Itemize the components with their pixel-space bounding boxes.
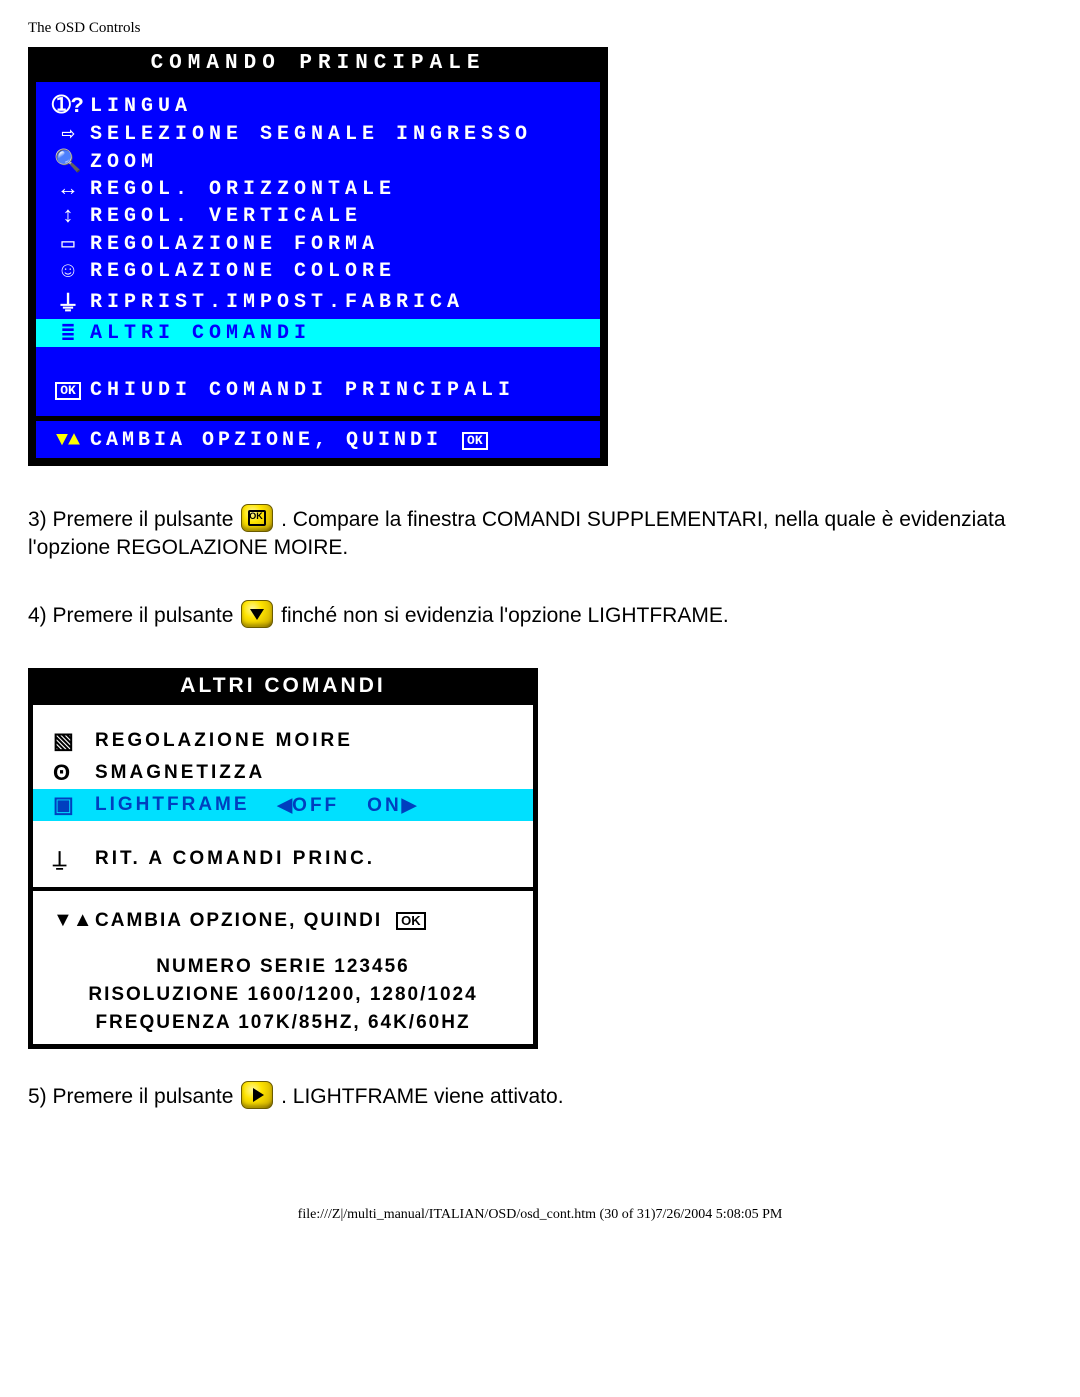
menu-item-close[interactable]: OK CHIUDI COMANDI PRINCIPALI xyxy=(36,377,600,404)
menu-label: REGOLAZIONE FORMA xyxy=(90,233,594,256)
menu-item-return[interactable]: ⍊ RIT. A COMANDI PRINC. xyxy=(33,843,533,875)
ok-icon: OK xyxy=(46,378,90,403)
updown-icon: ▼▲ xyxy=(53,909,95,932)
input-icon: ⇨ xyxy=(46,121,90,147)
menu-label: ZOOM xyxy=(90,151,594,174)
return-icon: ⍊ xyxy=(53,846,95,872)
down-button-icon xyxy=(241,600,273,628)
ok-icon: OK xyxy=(462,432,488,450)
osd-extra-title: ALTRI COMANDI xyxy=(33,668,533,705)
color-icon: ☺ xyxy=(46,259,90,284)
menu-item-factory-reset[interactable]: ⏚ RIPRIST.IMPOST.FABRICA xyxy=(36,285,600,319)
shape-icon: ▭ xyxy=(46,231,90,257)
reset-icon: ⏚ xyxy=(46,286,90,318)
footer-label: CAMBIA OPZIONE, QUINDI xyxy=(95,910,382,932)
menu-label: REGOLAZIONE COLORE xyxy=(90,260,594,283)
horizontal-icon: ↔ xyxy=(46,177,90,202)
menu-item-shape[interactable]: ▭ REGOLAZIONE FORMA xyxy=(36,230,600,258)
menu-item-input-select[interactable]: ⇨ SELEZIONE SEGNALE INGRESSO xyxy=(36,120,600,148)
menu-label: LINGUA xyxy=(90,95,594,118)
menu-item-extra-controls[interactable]: ≣ ALTRI COMANDI xyxy=(36,319,600,347)
language-icon: ➀? xyxy=(46,93,90,119)
updown-icon: ▼▲ xyxy=(46,429,90,452)
menu-label: SELEZIONE SEGNALE INGRESSO xyxy=(90,123,594,146)
osd-extra-footer: ▼▲ CAMBIA OPZIONE, QUINDI OK xyxy=(33,897,533,940)
menu-label: ALTRI COMANDI xyxy=(90,322,594,345)
page-header: The OSD Controls xyxy=(28,20,1052,37)
info-resolution: RISOLUZIONE 1600/1200, 1280/1024 xyxy=(33,980,533,1008)
info-serial: NUMERO SERIE 123456 xyxy=(33,940,533,980)
menu-item-zoom[interactable]: 🔍 ZOOM xyxy=(36,148,600,176)
menu-label: RIT. A COMANDI PRINC. xyxy=(95,848,375,870)
step5-text: 5) Premere il pulsante . LIGHTFRAME vien… xyxy=(28,1081,1052,1111)
list-icon: ≣ xyxy=(46,320,90,346)
right-button-icon xyxy=(241,1081,273,1109)
menu-label: SMAGNETIZZA xyxy=(95,762,265,784)
menu-label: REGOLAZIONE MOIRE xyxy=(95,730,353,752)
option-on[interactable]: ON▶ xyxy=(367,794,416,817)
osd-main-footer: ▼▲ CAMBIA OPZIONE, QUINDI OK xyxy=(36,425,600,458)
menu-item-horizontal[interactable]: ↔ REGOL. ORIZZONTALE xyxy=(36,176,600,203)
menu-item-color[interactable]: ☺ REGOLAZIONE COLORE xyxy=(36,258,600,285)
osd-main-menu: COMANDO PRINCIPALE ➀? LINGUA ⇨ SELEZIONE… xyxy=(28,47,608,466)
osd-main-title: COMANDO PRINCIPALE xyxy=(36,47,600,82)
ok-icon: OK xyxy=(396,912,426,930)
menu-label: REGOL. ORIZZONTALE xyxy=(90,178,594,201)
menu-label: RIPRIST.IMPOST.FABRICA xyxy=(90,291,594,314)
osd-extra-menu: ALTRI COMANDI ▧ REGOLAZIONE MOIRE ʘ SMAG… xyxy=(28,668,538,1049)
menu-label: LIGHTFRAME xyxy=(95,794,250,816)
zoom-icon: 🔍 xyxy=(46,149,90,175)
menu-item-vertical[interactable]: ↕ REGOL. VERTICALE xyxy=(36,203,600,230)
menu-label: REGOL. VERTICALE xyxy=(90,205,594,228)
info-frequency: FREQUENZA 107K/85HZ, 64K/60HZ xyxy=(33,1008,533,1044)
option-off[interactable]: ◀OFF xyxy=(278,794,340,817)
menu-item-lightframe[interactable]: ▣ LIGHTFRAME ◀OFF ON▶ xyxy=(33,789,533,821)
step4-text: 4) Premere il pulsante finché non si evi… xyxy=(28,600,1052,630)
footer-label: CAMBIA OPZIONE, QUINDI xyxy=(90,429,442,452)
moire-icon: ▧ xyxy=(53,728,95,754)
ok-button-icon xyxy=(241,504,273,532)
step3-text: 3) Premere il pulsante . Compare la fine… xyxy=(28,504,1052,562)
menu-item-degauss[interactable]: ʘ SMAGNETIZZA xyxy=(33,757,533,789)
menu-item-moire[interactable]: ▧ REGOLAZIONE MOIRE xyxy=(33,725,533,757)
degauss-icon: ʘ xyxy=(53,760,95,786)
menu-label: CHIUDI COMANDI PRINCIPALI xyxy=(90,379,594,402)
lightframe-icon: ▣ xyxy=(53,792,95,818)
vertical-icon: ↕ xyxy=(46,204,90,229)
page-footer-path: file:///Z|/multi_manual/ITALIAN/OSD/osd_… xyxy=(0,1149,1080,1233)
menu-item-lingua[interactable]: ➀? LINGUA xyxy=(36,92,600,120)
